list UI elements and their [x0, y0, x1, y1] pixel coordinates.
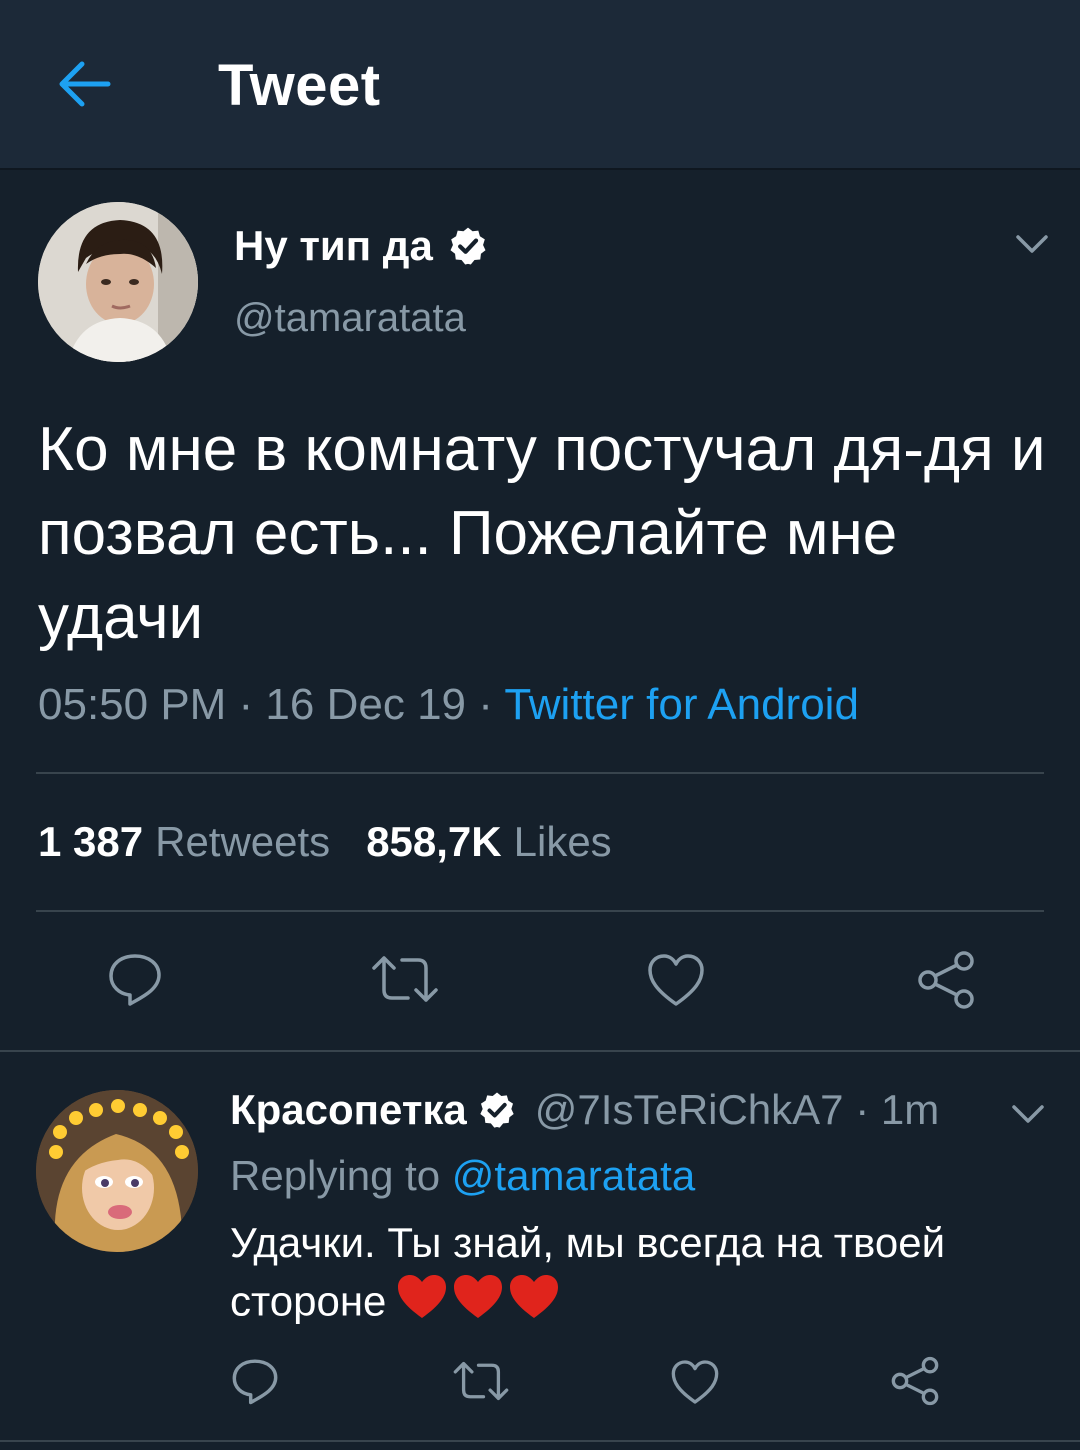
chevron-down-icon[interactable]	[1010, 1102, 1046, 1126]
back-button[interactable]	[56, 58, 112, 110]
author-name-text: Ну тип да	[234, 222, 433, 269]
share-icon[interactable]	[890, 1356, 940, 1406]
reply-author-handle[interactable]: @7IsTeRiChkA7 · 1m	[535, 1086, 939, 1134]
author-handle[interactable]: @tamaratata	[234, 296, 466, 341]
divider	[0, 1440, 1080, 1442]
heart-emoji-icon	[510, 1275, 559, 1318]
red-hearts-emoji	[396, 1272, 564, 1337]
tweet-stats: 1 387 Retweets 858,7K Likes	[38, 818, 612, 866]
chevron-down-icon[interactable]	[1014, 232, 1050, 256]
like-heart-icon[interactable]	[646, 952, 706, 1008]
replying-to-link[interactable]: @tamaratata	[452, 1152, 695, 1199]
retweet-icon[interactable]	[452, 1358, 510, 1404]
avatar[interactable]	[38, 202, 198, 362]
reply-avatar-picture	[36, 1090, 198, 1252]
tweet-source-link[interactable]: Twitter for Android	[504, 680, 859, 729]
reply-icon[interactable]	[230, 1356, 280, 1406]
tweet-timestamp: 05:50 PM · 16 Dec 19 ·	[38, 680, 505, 729]
likes-count[interactable]: 858,7K	[366, 818, 501, 865]
tweet-meta: 05:50 PM · 16 Dec 19 · Twitter for Andro…	[38, 680, 859, 730]
top-bar: Tweet	[0, 0, 1080, 170]
page-title: Tweet	[218, 53, 381, 118]
avatar-photo	[38, 202, 198, 362]
reply-avatar[interactable]	[36, 1090, 198, 1252]
heart-emoji-icon	[398, 1275, 447, 1318]
retweets-count[interactable]: 1 387	[38, 818, 143, 865]
divider	[36, 910, 1044, 912]
verified-badge-icon	[480, 1092, 514, 1128]
retweets-label[interactable]: Retweets	[155, 818, 330, 865]
likes-label[interactable]: Likes	[514, 818, 612, 865]
divider	[36, 772, 1044, 774]
tweet-text: Ко мне в комнату постучал дя-дя и позвал…	[38, 415, 1046, 652]
heart-emoji-icon	[454, 1275, 503, 1318]
reply-header: Красопетка @7IsTeRiChkA7 · 1m	[230, 1086, 939, 1134]
retweet-icon[interactable]	[370, 952, 440, 1006]
verified-badge-icon	[450, 227, 486, 265]
divider	[0, 1050, 1080, 1052]
reply-author-name[interactable]: Красопетка	[230, 1086, 467, 1134]
like-heart-icon[interactable]	[670, 1358, 720, 1406]
arrow-left-icon	[59, 61, 111, 107]
author-name[interactable]: Ну тип да	[234, 222, 489, 270]
share-icon[interactable]	[916, 950, 976, 1010]
reply-text-content: Удачки. Ты знай, мы всегда на твоей стор…	[230, 1219, 946, 1325]
reply-icon[interactable]	[106, 950, 164, 1008]
replying-to-prefix: Replying to	[230, 1152, 452, 1199]
reply-text: Удачки. Ты знай, мы всегда на твоей стор…	[230, 1214, 1040, 1337]
replying-to: Replying to @tamaratata	[230, 1152, 695, 1200]
